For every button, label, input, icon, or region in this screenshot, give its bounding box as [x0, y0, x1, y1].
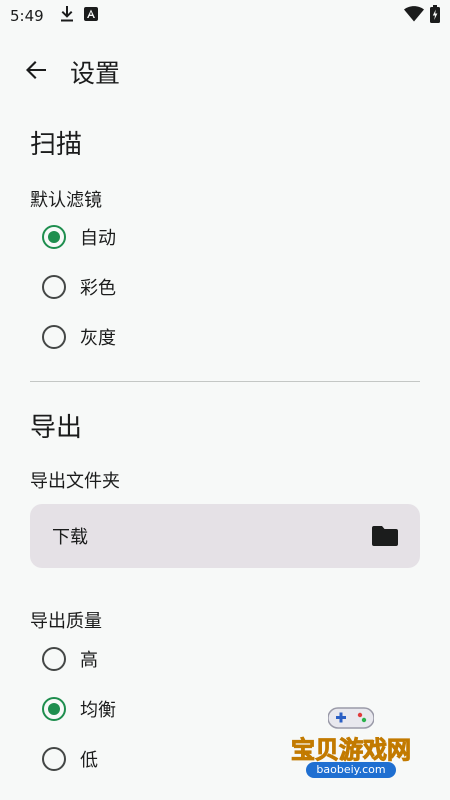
- back-arrow-icon: [25, 60, 47, 84]
- download-icon: [60, 6, 74, 26]
- radio-option-grayscale[interactable]: 灰度: [30, 313, 420, 361]
- export-section-title: 导出: [30, 413, 83, 443]
- radio-label: 灰度: [80, 328, 116, 349]
- watermark-url: baobeiy.com: [306, 762, 396, 778]
- battery-icon: [430, 5, 440, 27]
- back-button[interactable]: [12, 48, 60, 96]
- radio-label: 均衡: [80, 700, 116, 721]
- watermark-text: 宝贝游戏网: [291, 736, 412, 765]
- radio-option-auto[interactable]: 自动: [30, 213, 420, 261]
- radio-button[interactable]: [42, 747, 66, 771]
- radio-button[interactable]: [42, 225, 66, 249]
- export-folder-field[interactable]: 下载: [30, 504, 420, 568]
- folder-icon[interactable]: [372, 526, 398, 546]
- radio-label: 低: [80, 750, 98, 771]
- radio-button[interactable]: [42, 697, 66, 721]
- radio-label: 高: [80, 650, 98, 671]
- android-icon: [83, 7, 98, 25]
- radio-button[interactable]: [42, 275, 66, 299]
- export-quality-label: 导出质量: [30, 611, 102, 632]
- app-bar: 设置: [0, 44, 450, 100]
- radio-label: 彩色: [80, 278, 116, 299]
- export-folder-label: 导出文件夹: [30, 471, 120, 492]
- radio-option-high[interactable]: 高: [30, 635, 420, 683]
- watermark-logo: 宝贝游戏网 baobeiy.com: [276, 700, 426, 792]
- section-divider: [30, 381, 420, 382]
- wifi-icon: [404, 6, 424, 26]
- default-filter-label: 默认滤镜: [30, 190, 102, 211]
- radio-button[interactable]: [42, 647, 66, 671]
- page-title: 设置: [70, 59, 121, 88]
- status-time: 5:49: [10, 7, 44, 25]
- status-bar: 5:49: [0, 0, 450, 32]
- export-folder-value: 下载: [52, 527, 88, 548]
- radio-option-color[interactable]: 彩色: [30, 263, 420, 311]
- radio-button[interactable]: [42, 325, 66, 349]
- radio-label: 自动: [80, 228, 116, 249]
- scan-section-title: 扫描: [30, 130, 83, 160]
